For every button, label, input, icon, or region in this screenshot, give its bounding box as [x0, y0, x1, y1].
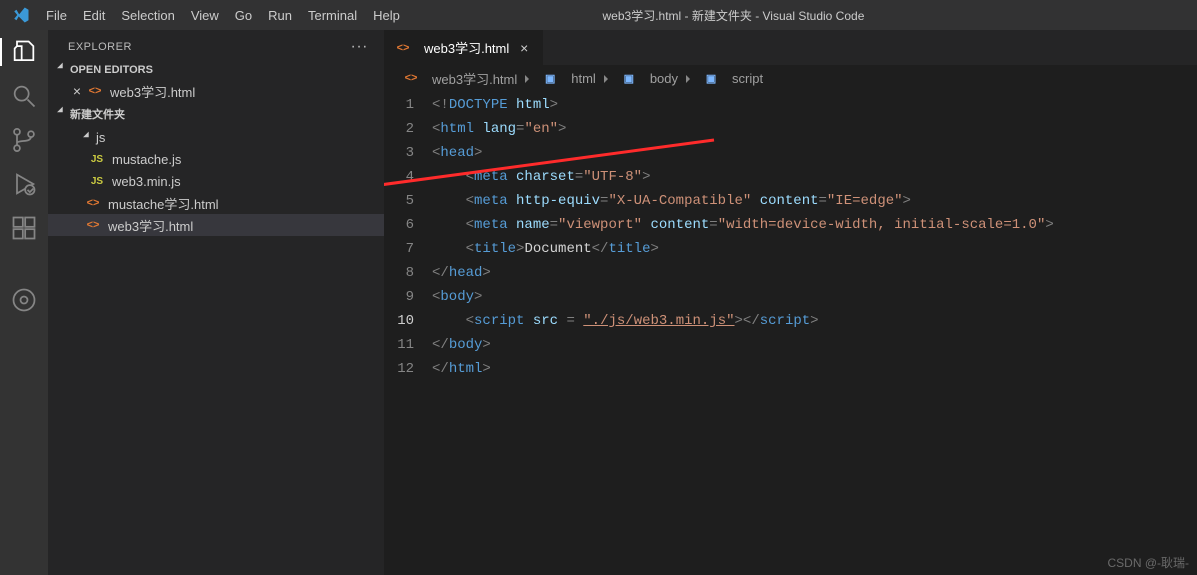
file-item[interactable]: <> web3学习.html — [48, 214, 384, 236]
file-label: mustache学习.html — [108, 194, 219, 213]
menu-item-edit[interactable]: Edit — [75, 4, 113, 27]
open-editor-item[interactable]: × <> web3学习.html — [48, 80, 384, 102]
html-file-icon: <> — [84, 194, 102, 212]
activity-bar — [0, 30, 48, 575]
chevron-down-icon — [52, 64, 70, 76]
branch-icon — [10, 126, 38, 154]
file-label: web3.min.js — [112, 174, 181, 189]
file-label: mustache.js — [112, 152, 181, 167]
breadcrumbs[interactable]: <> web3学习.html ▣ html ▣ body ▣ script — [384, 65, 1197, 91]
chevron-down-icon — [84, 130, 96, 145]
file-item[interactable]: JS mustache.js — [48, 148, 384, 170]
chevron-right-icon — [684, 71, 696, 86]
line-gutter: 123456789101112 — [384, 93, 432, 381]
extensions-icon — [10, 214, 38, 242]
menu-item-help[interactable]: Help — [365, 4, 408, 27]
sidebar-title: EXPLORER — [68, 41, 132, 53]
editor-tab[interactable]: <> web3学习.html × — [384, 30, 544, 65]
breadcrumb-item[interactable]: script — [732, 71, 763, 86]
folder-item[interactable]: js — [48, 126, 384, 148]
breadcrumb-item[interactable]: web3学习.html — [432, 69, 517, 88]
editor-tabs: <> web3学习.html × — [384, 30, 1197, 65]
files-icon — [10, 38, 38, 66]
run-icon — [10, 170, 38, 198]
html-file-icon: <> — [84, 216, 102, 234]
more-actions-icon[interactable]: ··· — [351, 38, 368, 56]
activity-run[interactable] — [0, 170, 48, 198]
html-file-icon: <> — [402, 69, 420, 87]
html-file-icon: <> — [394, 39, 412, 57]
menu-item-terminal[interactable]: Terminal — [300, 4, 365, 27]
file-label: web3学习.html — [110, 82, 195, 101]
symbol-icon: ▣ — [620, 69, 638, 87]
vscode-logo-icon — [12, 6, 30, 24]
js-file-icon: JS — [88, 172, 106, 190]
js-file-icon: JS — [88, 150, 106, 168]
breadcrumb-item[interactable]: html — [571, 71, 596, 86]
watermark: CSDN @-耿瑞- — [1107, 554, 1189, 571]
activity-search[interactable] — [0, 82, 48, 110]
activity-explorer[interactable] — [0, 38, 48, 66]
window-title: web3学习.html - 新建文件夹 - Visual Studio Code — [408, 7, 1059, 24]
workspace-section[interactable]: 新建文件夹 — [48, 102, 384, 126]
sidebar-explorer: EXPLORER ··· OPEN EDITORS × <> web3学习.ht… — [48, 30, 384, 575]
open-editors-section[interactable]: OPEN EDITORS — [48, 60, 384, 80]
chevron-right-icon — [523, 71, 535, 86]
symbol-icon: ▣ — [541, 69, 559, 87]
title-bar: FileEditSelectionViewGoRunTerminalHelp w… — [0, 0, 1197, 30]
file-item[interactable]: <> mustache学习.html — [48, 192, 384, 214]
menu-item-selection[interactable]: Selection — [113, 4, 182, 27]
editor-tab-label: web3学习.html — [424, 38, 509, 57]
code-content[interactable]: <!DOCTYPE html><html lang="en"><head> <m… — [432, 93, 1054, 381]
folder-label: js — [96, 130, 105, 145]
menu-item-go[interactable]: Go — [227, 4, 260, 27]
close-icon[interactable]: × — [515, 40, 533, 56]
chevron-right-icon — [602, 71, 614, 86]
html-file-icon: <> — [86, 82, 104, 100]
menu-item-run[interactable]: Run — [260, 4, 300, 27]
editor-group: <> web3学习.html × <>web3学习.html▣html▣body… — [384, 30, 1197, 575]
menu-bar: FileEditSelectionViewGoRunTerminalHelp — [38, 4, 408, 27]
file-label: web3学习.html — [108, 216, 193, 235]
activity-remote[interactable] — [0, 286, 48, 314]
code-editor[interactable]: 123456789101112 <!DOCTYPE html><html lan… — [384, 91, 1197, 381]
breadcrumb-item[interactable]: body — [650, 71, 678, 86]
symbol-icon: ▣ — [702, 69, 720, 87]
activity-scm[interactable] — [0, 126, 48, 154]
menu-item-view[interactable]: View — [183, 4, 227, 27]
search-icon — [10, 82, 38, 110]
close-icon[interactable]: × — [68, 83, 86, 99]
activity-extensions[interactable] — [0, 214, 48, 242]
remote-icon — [10, 286, 38, 314]
chevron-down-icon — [52, 108, 70, 120]
file-item[interactable]: JS web3.min.js — [48, 170, 384, 192]
menu-item-file[interactable]: File — [38, 4, 75, 27]
